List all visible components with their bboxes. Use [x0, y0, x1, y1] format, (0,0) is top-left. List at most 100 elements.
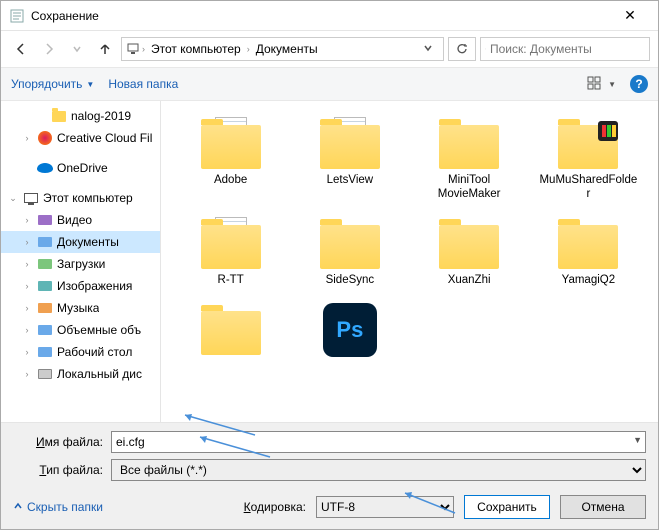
sidebar-item-label: Изображения [57, 279, 132, 293]
sidebar-item-0[interactable]: nalog-2019 [1, 105, 160, 127]
file-item-5[interactable]: SideSync [292, 213, 407, 291]
footer: Скрыть папки Кодировка: UTF-8 Сохранить … [1, 485, 658, 529]
search-box[interactable] [480, 37, 650, 61]
filename-label: Имя файла: [13, 435, 103, 449]
organize-menu[interactable]: Упорядочить ▼ [11, 77, 94, 91]
sidebar-item-2[interactable]: OneDrive [1, 157, 160, 179]
lib-icon [37, 300, 53, 316]
forward-button[interactable] [37, 37, 61, 61]
recent-dropdown[interactable] [65, 37, 89, 61]
lib-icon [37, 256, 53, 272]
sidebar-item-label: Этот компьютер [43, 191, 133, 205]
back-button[interactable] [9, 37, 33, 61]
breadcrumb-documents[interactable]: Документы [252, 42, 322, 56]
folder-icon [439, 125, 499, 169]
file-grid[interactable]: Adobe LetsView MiniTool MovieMaker MuMuShar… [161, 101, 658, 422]
file-item-7[interactable]: YamagiQ2 [531, 213, 646, 291]
sidebar-item-8[interactable]: › Музыка [1, 297, 160, 319]
lib-icon [37, 212, 53, 228]
filename-input[interactable] [111, 431, 646, 453]
sidebar-item-1[interactable]: › Creative Cloud Fil [1, 127, 160, 149]
lib-icon [37, 234, 53, 250]
sidebar-item-label: nalog-2019 [71, 109, 131, 123]
breadcrumb[interactable]: › Этот компьютер › Документы [121, 37, 444, 61]
expand-chevron[interactable]: › [21, 259, 33, 269]
file-item-label: MiniTool MovieMaker [419, 173, 519, 201]
sidebar-item-label: Музыка [57, 301, 99, 315]
file-item-label: YamagiQ2 [562, 273, 615, 287]
sidebar-item-label: Видео [57, 213, 92, 227]
refresh-button[interactable] [448, 37, 476, 61]
sidebar-item-11[interactable]: › Локальный дис [1, 363, 160, 385]
file-item-0[interactable]: Adobe [173, 113, 288, 205]
pc-icon [23, 190, 39, 206]
view-options: ▼ [586, 75, 616, 94]
new-folder-button[interactable]: Новая папка [108, 77, 178, 91]
view-dropdown[interactable]: ▼ [608, 80, 616, 89]
pc-icon [126, 41, 140, 58]
sidebar-item-10[interactable]: ›Рабочий стол [1, 341, 160, 363]
file-item-4[interactable]: R-TT [173, 213, 288, 291]
file-item-label: Adobe [214, 173, 247, 187]
photoshop-icon: Ps [323, 303, 377, 357]
sidebar-item-label: Creative Cloud Fil [57, 131, 152, 145]
toolbar: Упорядочить ▼ Новая папка ▼ ? [1, 67, 658, 101]
close-button[interactable]: ✕ [610, 7, 650, 24]
view-icons-button[interactable] [586, 75, 602, 94]
onedrive-icon [37, 160, 53, 176]
sidebar-item-7[interactable]: › Изображения [1, 275, 160, 297]
folder-icon [558, 125, 618, 169]
sidebar: nalog-2019 › Creative Cloud Fil OneDrive ⌄ Эт… [1, 101, 161, 422]
sidebar-item-label: Документы [57, 235, 119, 249]
file-item-6[interactable]: XuanZhi [412, 213, 527, 291]
file-item-label: SideSync [326, 273, 375, 287]
file-item-2[interactable]: MiniTool MovieMaker [412, 113, 527, 205]
sidebar-item-3[interactable]: ⌄ Этот компьютер [1, 187, 160, 209]
search-input[interactable] [490, 42, 645, 56]
sidebar-item-4[interactable]: › Видео [1, 209, 160, 231]
sidebar-item-label: Локальный дис [57, 367, 142, 381]
window-title: Сохранение [31, 9, 610, 23]
expand-chevron[interactable]: › [21, 303, 33, 313]
sidebar-item-label: OneDrive [57, 161, 108, 175]
file-item-8[interactable] [173, 299, 288, 363]
help-button[interactable]: ? [630, 75, 648, 93]
expand-chevron[interactable]: › [21, 215, 33, 225]
file-item-label: MuMuSharedFolder [538, 173, 638, 201]
app-icon [9, 8, 25, 24]
lib-icon [37, 344, 53, 360]
sidebar-item-5[interactable]: › Документы [1, 231, 160, 253]
save-button[interactable]: Сохранить [464, 495, 550, 519]
breadcrumb-this-pc[interactable]: Этот компьютер [147, 42, 245, 56]
lib-icon [37, 322, 53, 338]
expand-chevron[interactable]: › [21, 325, 33, 335]
file-item-label: XuanZhi [448, 273, 491, 287]
encoding-select[interactable]: UTF-8 [316, 496, 454, 518]
sidebar-item-9[interactable]: › Объемные объ [1, 319, 160, 341]
hide-folders-toggle[interactable]: Скрыть папки [13, 500, 103, 514]
file-item-9[interactable]: Ps [292, 299, 407, 363]
chevron-right-icon: › [247, 44, 250, 54]
folder-icon [439, 225, 499, 269]
folder-icon [558, 225, 618, 269]
expand-chevron[interactable]: › [21, 281, 33, 291]
filetype-label: Тип файла: [13, 463, 103, 477]
sidebar-item-6[interactable]: ›Загрузки [1, 253, 160, 275]
sidebar-item-label: Объемные объ [57, 323, 141, 337]
file-item-3[interactable]: MuMuSharedFolder [531, 113, 646, 205]
expand-chevron[interactable]: › [21, 237, 33, 247]
chevron-right-icon: › [142, 44, 145, 54]
cc-icon [37, 130, 53, 146]
filetype-select[interactable]: Все файлы (*.*) [111, 459, 646, 481]
file-item-1[interactable]: LetsView [292, 113, 407, 205]
expand-chevron[interactable]: › [21, 133, 33, 143]
titlebar: Сохранение ✕ [1, 1, 658, 31]
breadcrumb-dropdown[interactable] [417, 42, 439, 56]
search-icon [485, 43, 486, 55]
up-button[interactable] [93, 37, 117, 61]
folder-icon [201, 311, 261, 355]
expand-chevron[interactable]: › [21, 369, 33, 379]
expand-chevron[interactable]: ⌄ [7, 193, 19, 204]
expand-chevron[interactable]: › [21, 347, 33, 357]
cancel-button[interactable]: Отмена [560, 495, 646, 519]
